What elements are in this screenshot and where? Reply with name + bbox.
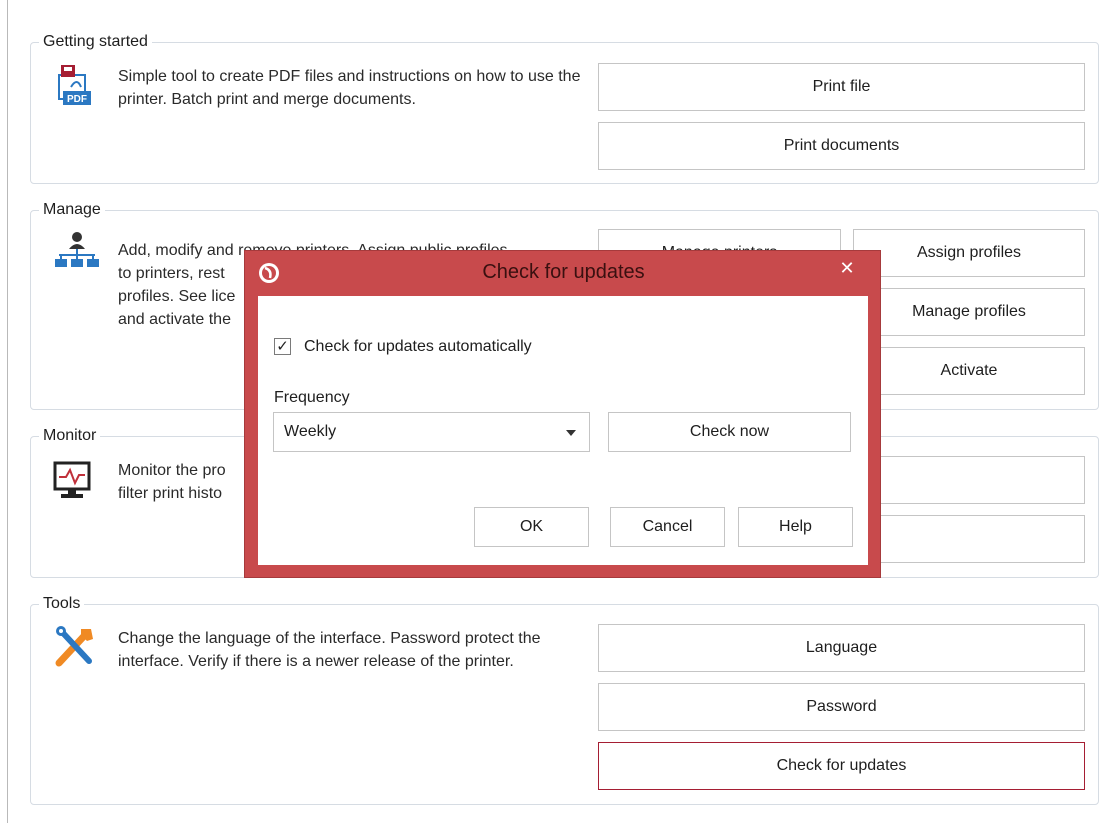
- auto-check-label[interactable]: Check for updates automatically: [304, 336, 532, 358]
- auto-check-checkbox[interactable]: ✓: [274, 338, 291, 355]
- network-hierarchy-icon: [51, 229, 99, 277]
- getting-started-group: Getting started PDF Simple tool to creat…: [30, 32, 1099, 184]
- frequency-select[interactable]: Weekly: [273, 412, 590, 452]
- tools-group: Tools Change the language of the interfa…: [30, 594, 1099, 805]
- print-documents-button[interactable]: Print documents: [598, 122, 1085, 170]
- manage-title: Manage: [39, 200, 105, 220]
- help-button[interactable]: Help: [738, 507, 853, 547]
- getting-started-title: Getting started: [39, 32, 152, 52]
- frequency-value: Weekly: [284, 423, 337, 440]
- getting-started-description: Simple tool to create PDF files and inst…: [118, 68, 581, 108]
- close-icon[interactable]: ✕: [822, 252, 872, 284]
- activate-button[interactable]: Activate: [853, 347, 1085, 395]
- pdf-file-icon: PDF: [51, 61, 99, 109]
- monitor-graph-icon: [51, 457, 99, 505]
- check-now-button[interactable]: Check now: [608, 412, 851, 452]
- print-history-button[interactable]: y: [853, 515, 1085, 563]
- monitor-title: Monitor: [39, 426, 101, 446]
- assign-profiles-button[interactable]: Assign profiles: [853, 229, 1085, 277]
- frequency-label: Frequency: [274, 389, 350, 406]
- check-for-updates-button[interactable]: Check for updates: [598, 742, 1085, 790]
- cancel-button[interactable]: Cancel: [610, 507, 725, 547]
- password-button[interactable]: Password: [598, 683, 1085, 731]
- chevron-down-icon: [566, 430, 576, 436]
- monitor-button[interactable]: tor: [853, 456, 1085, 504]
- dialog-title: Check for updates: [482, 261, 645, 283]
- wrench-screwdriver-icon: [51, 623, 99, 671]
- tools-description: Change the language of the interface. Pa…: [118, 630, 541, 670]
- svg-text:PDF: PDF: [67, 94, 87, 105]
- ok-button[interactable]: OK: [474, 507, 589, 547]
- tools-title: Tools: [39, 594, 85, 614]
- check-for-updates-dialog: Check for updates ✕ ✓ Check for updates …: [244, 250, 881, 578]
- language-button[interactable]: Language: [598, 624, 1085, 672]
- print-file-button[interactable]: Print file: [598, 63, 1085, 111]
- checkmark-icon: ✓: [276, 338, 289, 355]
- dialog-body: ✓ Check for updates automatically Freque…: [258, 296, 868, 565]
- manage-profiles-button[interactable]: Manage profiles: [853, 288, 1085, 336]
